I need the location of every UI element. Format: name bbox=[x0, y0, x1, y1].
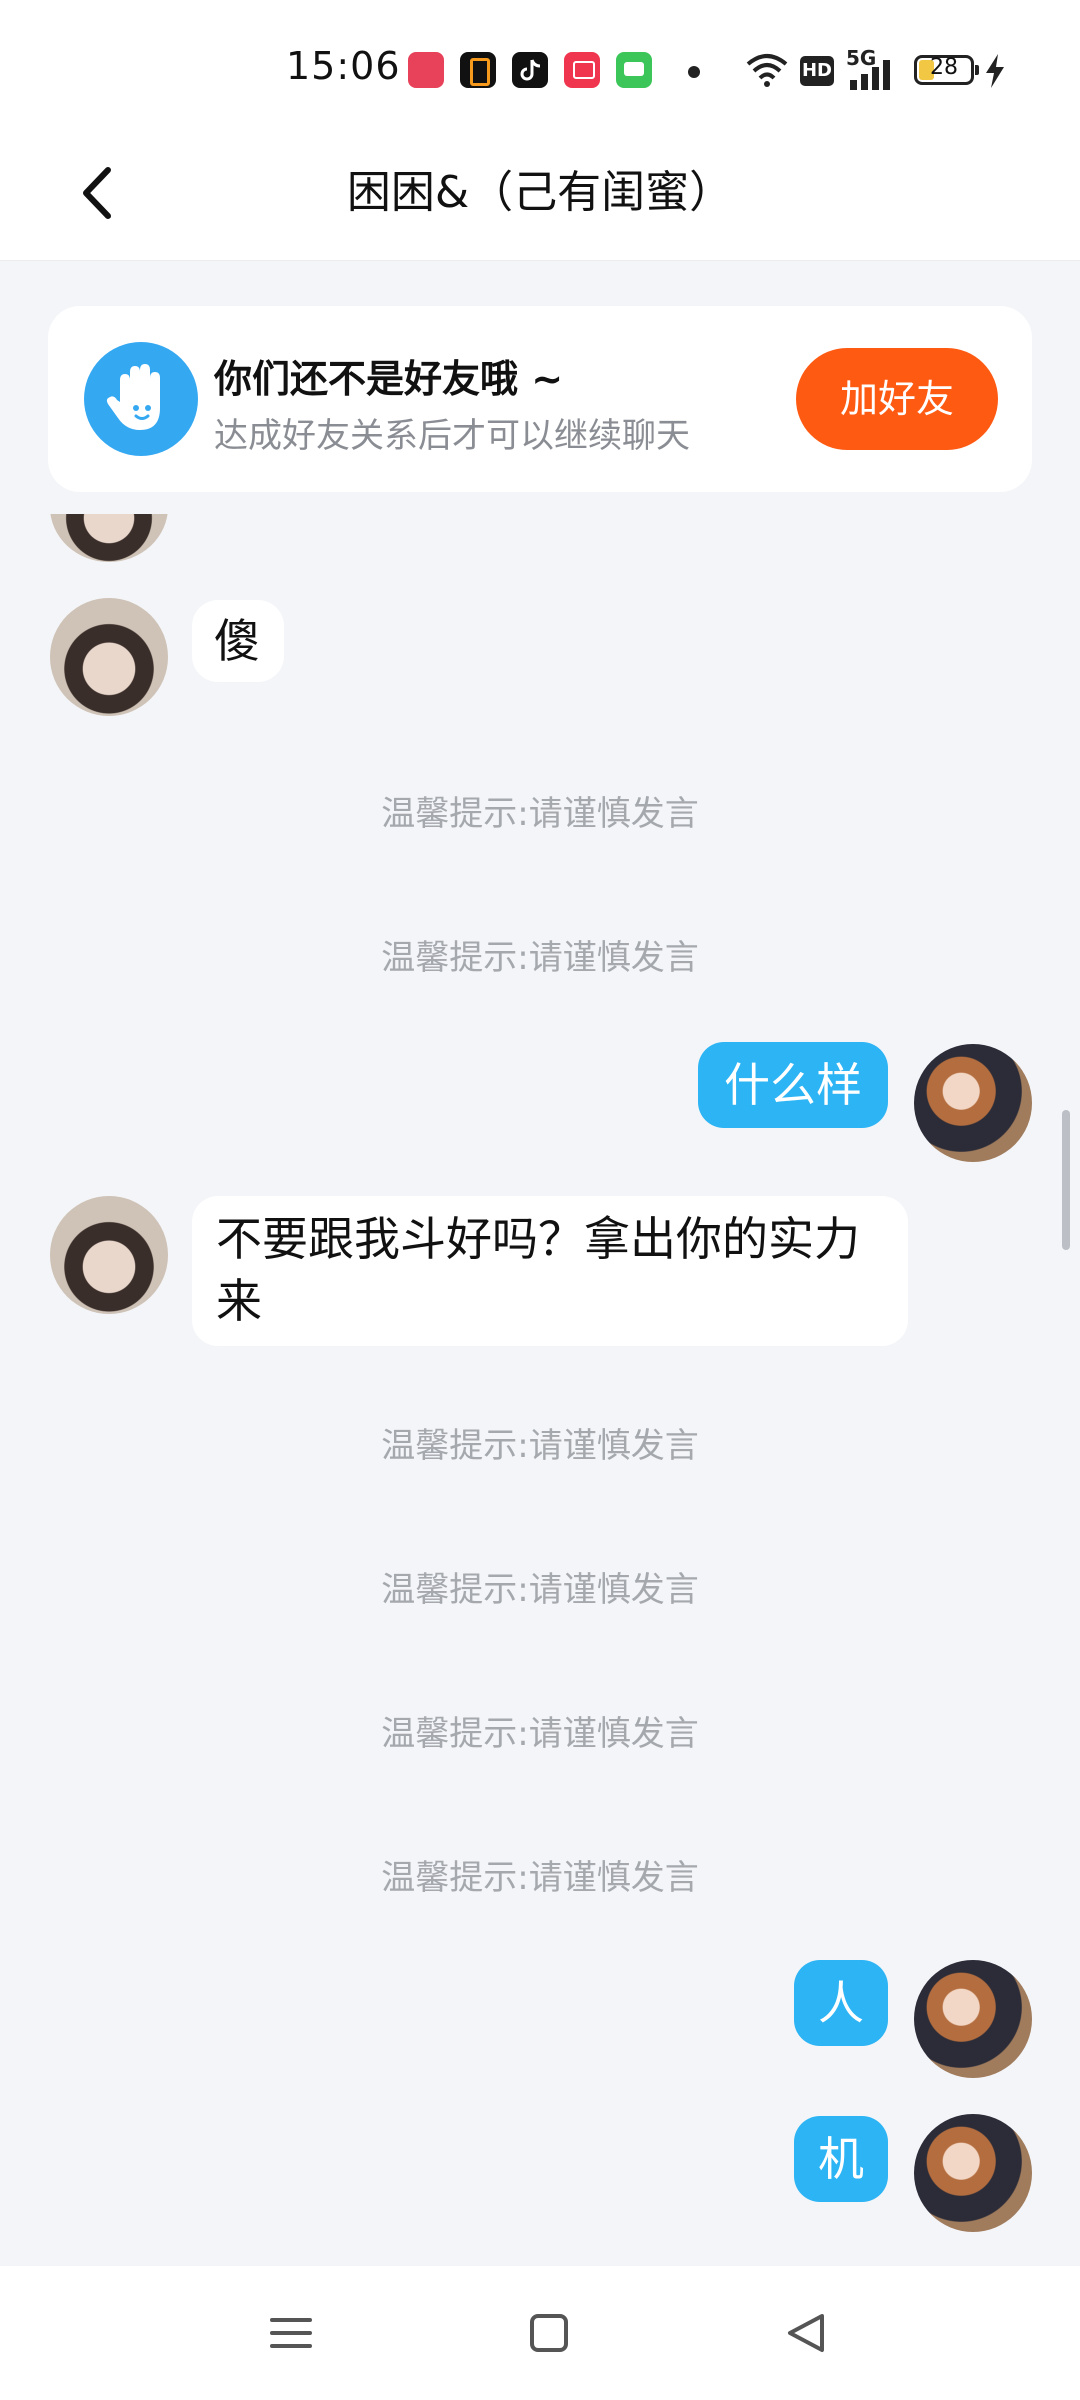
banner-subtitle: 达成好友关系后才可以继续聊天 bbox=[214, 416, 690, 456]
warning-hint: 温馨提示:请谨慎发言 bbox=[381, 1426, 699, 1466]
green-chat-icon bbox=[616, 52, 652, 88]
menu-icon bbox=[270, 2318, 312, 2348]
hd-badge: HD bbox=[800, 56, 834, 86]
scrollbar[interactable] bbox=[1062, 1110, 1070, 1250]
charging-icon bbox=[986, 54, 1004, 88]
warning-hint: 温馨提示:请谨慎发言 bbox=[381, 794, 699, 834]
screen-recorder-icon bbox=[408, 52, 444, 88]
warning-hint: 温馨提示:请谨慎发言 bbox=[381, 938, 699, 978]
signal-icon bbox=[850, 60, 890, 90]
warning-hint: 温馨提示:请谨慎发言 bbox=[381, 1858, 699, 1898]
add-friend-button[interactable]: 加好友 bbox=[796, 348, 998, 450]
warning-hint: 温馨提示:请谨慎发言 bbox=[381, 1714, 699, 1754]
battery-percent: 28 bbox=[930, 55, 958, 80]
avatar[interactable] bbox=[50, 598, 168, 716]
message-bubble-incoming[interactable]: 傻 bbox=[192, 600, 284, 682]
message-bubble-outgoing[interactable]: 机 bbox=[794, 2116, 888, 2202]
wave-hand-icon bbox=[84, 342, 198, 456]
notification-dot-icon bbox=[688, 66, 700, 78]
avatar[interactable] bbox=[914, 1044, 1032, 1162]
wifi-icon bbox=[746, 54, 788, 87]
menu-button[interactable] bbox=[256, 2298, 326, 2368]
page-title: 困困&（己有闺蜜） bbox=[346, 167, 734, 218]
tiktok-icon bbox=[512, 52, 548, 88]
chat-header: 困困&（己有闺蜜） bbox=[0, 130, 1080, 261]
message-bubble-incoming[interactable]: 不要跟我斗好吗？拿出你的实力来 bbox=[192, 1196, 908, 1346]
message-bubble-outgoing[interactable]: 人 bbox=[794, 1960, 888, 2046]
battery-icon: 28 bbox=[914, 55, 979, 85]
avatar[interactable] bbox=[914, 1960, 1032, 2078]
red-app-icon bbox=[564, 52, 600, 88]
system-nav-bar bbox=[0, 2266, 1080, 2400]
status-time: 15:06 bbox=[286, 44, 401, 88]
back-triangle-icon bbox=[788, 2314, 824, 2352]
status-bar: 15:06 HD 5G 28 bbox=[0, 0, 1080, 130]
banner-title: 你们还不是好友哦 ~ bbox=[214, 357, 564, 401]
warning-hint: 温馨提示:请谨慎发言 bbox=[381, 1570, 699, 1610]
system-back-button[interactable] bbox=[772, 2298, 842, 2368]
avatar[interactable] bbox=[50, 1196, 168, 1314]
orange-app-icon bbox=[460, 52, 496, 88]
not-friend-banner: 你们还不是好友哦 ~ 达成好友关系后才可以继续聊天 加好友 bbox=[48, 306, 1032, 492]
message-bubble-outgoing[interactable]: 什么样 bbox=[698, 1042, 888, 1128]
home-square-icon bbox=[530, 2314, 568, 2352]
avatar[interactable] bbox=[914, 2114, 1032, 2232]
home-button[interactable] bbox=[514, 2298, 584, 2368]
